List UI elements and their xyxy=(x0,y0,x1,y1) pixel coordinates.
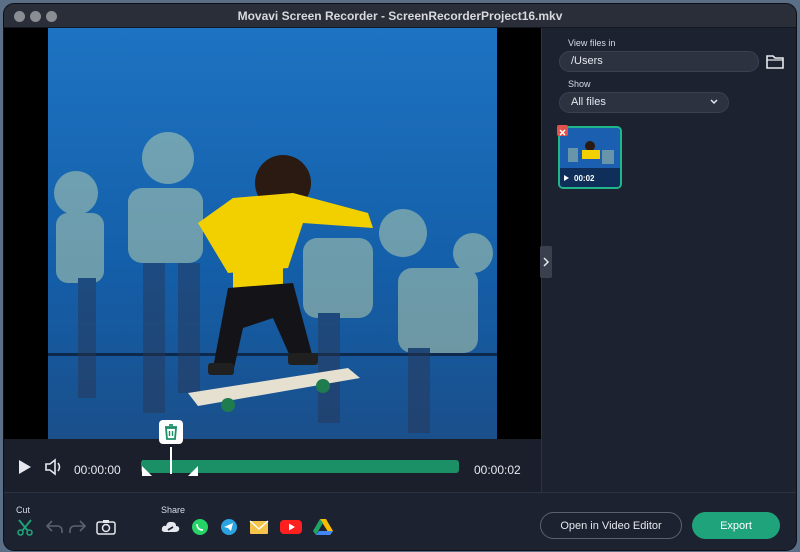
title-bar: Movavi Screen Recorder - ScreenRecorderP… xyxy=(4,4,796,28)
folder-icon[interactable] xyxy=(766,54,784,69)
share-label: Share xyxy=(161,505,186,515)
trash-icon xyxy=(165,424,177,440)
email-icon[interactable] xyxy=(249,518,269,536)
files-sidebar: View files in /Users Show All files 00:0… xyxy=(541,28,796,492)
current-time: 00:00:00 xyxy=(74,463,121,477)
scissors-icon[interactable] xyxy=(16,518,34,536)
telegram-icon[interactable] xyxy=(220,518,238,536)
remove-file-icon[interactable] xyxy=(557,125,568,136)
volume-icon[interactable] xyxy=(44,458,64,476)
cut-label: Cut xyxy=(16,505,31,515)
whatsapp-icon[interactable] xyxy=(191,518,209,536)
view-files-label: View files in xyxy=(568,38,616,48)
filter-select[interactable]: All files xyxy=(559,92,729,113)
chevron-right-icon xyxy=(543,257,550,267)
show-label: Show xyxy=(568,79,591,89)
chevron-down-icon xyxy=(710,99,718,105)
play-icon[interactable] xyxy=(18,459,32,475)
export-button[interactable]: Export xyxy=(692,512,780,539)
play-icon xyxy=(564,175,569,181)
window-title: Movavi Screen Recorder - ScreenRecorderP… xyxy=(237,9,563,23)
player-controls: 00:00:00 00:00:02 xyxy=(4,420,541,492)
youtube-icon[interactable] xyxy=(280,518,302,536)
skateboarder-frame-image xyxy=(48,28,497,439)
undo-icon[interactable] xyxy=(46,520,64,534)
filter-select-value: All files xyxy=(571,96,606,108)
video-preview[interactable] xyxy=(4,28,541,439)
redo-icon[interactable] xyxy=(68,520,86,534)
collapse-sidebar-button[interactable] xyxy=(540,246,552,278)
camera-icon[interactable] xyxy=(96,519,116,535)
open-in-video-editor-button[interactable]: Open in Video Editor xyxy=(540,512,682,539)
app-window: Movavi Screen Recorder - ScreenRecorderP… xyxy=(4,4,796,550)
duration-time: 00:00:02 xyxy=(474,463,521,477)
file-duration: 00:02 xyxy=(574,174,595,183)
playhead[interactable] xyxy=(170,447,172,474)
video-frame xyxy=(48,28,497,439)
cloud-link-icon[interactable] xyxy=(161,518,181,536)
delete-segment-button[interactable] xyxy=(159,420,183,444)
bottom-toolbar: Cut Share Open in Video Editor Export xyxy=(4,492,796,550)
path-field[interactable]: /Users xyxy=(559,51,759,72)
google-drive-icon[interactable] xyxy=(313,518,333,536)
